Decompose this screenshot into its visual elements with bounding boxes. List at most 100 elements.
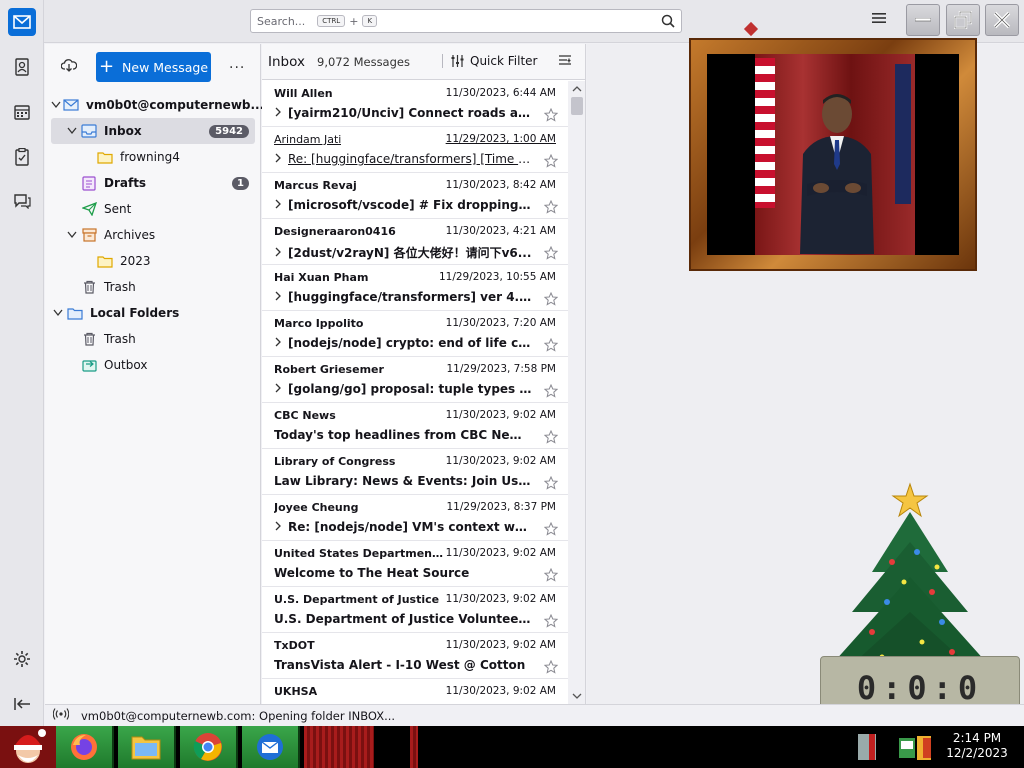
santa-start-icon — [14, 729, 46, 763]
folder-frowning4[interactable]: frowning4 — [51, 144, 255, 170]
star-icon[interactable] — [543, 383, 559, 401]
star-icon[interactable] — [543, 245, 559, 263]
calendar-button[interactable] — [8, 98, 36, 126]
get-messages-button[interactable] — [60, 58, 78, 75]
star-icon[interactable] — [543, 567, 559, 585]
message-row[interactable]: Marcus Revaj 11/30/2023, 8:42 AM [microsof… — [262, 173, 568, 219]
thread-chevron-icon[interactable] — [274, 290, 288, 304]
close-window-button[interactable] — [985, 4, 1019, 36]
folder-account-local[interactable]: Local Folders — [51, 300, 255, 326]
taskbar-window-button-2[interactable] — [410, 726, 418, 768]
folder-account-main[interactable]: vm0b0t@computernewb... — [51, 92, 264, 118]
message-subject: TransVista Alert - I-10 West @ Cotton — [274, 658, 526, 672]
new-message-button[interactable]: + New Message — [96, 52, 211, 82]
message-subject: Re: [nodejs/node] VM's context when... — [288, 520, 532, 534]
folder-trash[interactable]: Trash — [51, 274, 255, 300]
folder-outbox[interactable]: Outbox — [51, 352, 255, 378]
star-icon[interactable] — [543, 659, 559, 677]
chevron-down-icon[interactable] — [51, 309, 65, 317]
message-sender: Marcus Revaj — [274, 179, 357, 192]
folder-archives[interactable]: Archives — [51, 222, 255, 248]
message-date: 11/30/2023, 7:20 AM — [445, 317, 556, 329]
collapse-left-icon — [14, 698, 30, 710]
app-menu-button[interactable] — [872, 12, 886, 27]
settings-button[interactable] — [8, 645, 36, 673]
folder-label: Trash — [104, 332, 136, 346]
quick-filter-button[interactable]: Quick Filter — [442, 54, 537, 68]
star-icon[interactable] — [543, 107, 559, 125]
thread-chevron-icon[interactable] — [274, 246, 288, 260]
folder-inbox[interactable]: Inbox 5942 — [51, 118, 255, 144]
message-list-scrollbar[interactable] — [568, 81, 586, 704]
display-options-button[interactable] — [558, 54, 572, 71]
message-row[interactable]: United States Department ... 11/30/2023, … — [262, 541, 568, 587]
taskbar-chrome[interactable] — [180, 726, 238, 768]
star-icon[interactable] — [543, 153, 559, 171]
filter-icon — [451, 55, 464, 67]
taskbar-clock[interactable]: 2:14 PM 12/2/2023 — [946, 731, 1008, 761]
taskbar-file-explorer[interactable] — [118, 726, 176, 768]
thread-chevron-icon[interactable] — [274, 198, 288, 212]
message-row[interactable]: UKHSA 11/30/2023, 9:02 AM — [262, 679, 568, 704]
scrollbar-thumb[interactable] — [571, 97, 583, 115]
folder-2023[interactable]: 2023 — [51, 248, 255, 274]
star-icon[interactable] — [543, 337, 559, 355]
thread-chevron-icon[interactable] — [274, 382, 288, 396]
message-subject: [golang/go] proposal: tuple types (Is... — [288, 382, 532, 396]
folder-label: Local Folders — [90, 306, 180, 320]
trash-icon — [81, 280, 97, 294]
collapse-spaces-button[interactable] — [8, 690, 36, 718]
message-row[interactable]: Joyee Cheung 11/29/2023, 8:37 PM Re: [node… — [262, 495, 568, 541]
start-button[interactable] — [0, 726, 56, 768]
thread-chevron-icon[interactable] — [274, 152, 288, 166]
star-icon[interactable] — [543, 521, 559, 539]
message-row[interactable]: Marco Ippolito 11/30/2023, 7:20 AM [nodejs… — [262, 311, 568, 357]
message-row[interactable]: TxDOT 11/30/2023, 9:02 AM TransVista Alert… — [262, 633, 568, 679]
minimize-button[interactable] — [906, 4, 940, 36]
address-book-button[interactable] — [8, 53, 36, 81]
taskbar-thunderbird[interactable] — [242, 726, 300, 768]
restore-button[interactable] — [946, 4, 980, 36]
star-icon[interactable] — [543, 429, 559, 447]
mail-space-button[interactable] — [8, 8, 36, 36]
chevron-down-icon[interactable] — [65, 127, 79, 135]
message-row[interactable]: U.S. Department of Justice 11/30/2023, 9:… — [262, 587, 568, 633]
message-row[interactable]: Designeraaron0416 11/30/2023, 4:21 AM [2du… — [262, 219, 568, 265]
message-row[interactable]: CBC News 11/30/2023, 9:02 AM Today's top h… — [262, 403, 568, 449]
online-status-icon[interactable] — [52, 708, 70, 723]
message-row[interactable]: Library of Congress 11/30/2023, 9:02 AM La… — [262, 449, 568, 495]
calendar-icon — [14, 105, 30, 120]
star-icon[interactable] — [543, 613, 559, 631]
message-row[interactable]: Arindam Jati 11/29/2023, 1:00 AM Re: [hugg… — [262, 127, 568, 173]
tasks-button[interactable] — [8, 143, 36, 171]
thread-chevron-icon[interactable] — [274, 520, 288, 534]
folder-label: Trash — [104, 280, 136, 294]
folder-pane-menu-button[interactable]: ... — [229, 56, 245, 72]
thread-chevron-icon[interactable] — [274, 106, 288, 120]
tray-icons[interactable] — [855, 726, 945, 768]
taskbar-window-button[interactable] — [304, 726, 374, 768]
chevron-down-icon[interactable] — [65, 231, 79, 239]
star-icon[interactable] — [543, 199, 559, 217]
message-row[interactable]: Will Allen 11/30/2023, 6:44 AM [yairm210/U… — [262, 81, 568, 127]
star-icon[interactable] — [543, 291, 559, 309]
message-row[interactable]: Robert Griesemer 11/29/2023, 7:58 PM [gola… — [262, 357, 568, 403]
message-subject-line: [2dust/v2rayN] 各位大佬好！请问下v6... — [274, 244, 532, 261]
star-icon[interactable] — [543, 475, 559, 493]
folder-local-trash[interactable]: Trash — [51, 326, 255, 352]
divider — [442, 54, 443, 68]
thunderbird-icon — [257, 734, 283, 760]
folder-label: 2023 — [120, 254, 151, 268]
scroll-down-icon[interactable] — [568, 690, 586, 702]
folder-sent[interactable]: Sent — [51, 196, 255, 222]
chat-button[interactable] — [8, 187, 36, 215]
search-input[interactable]: Search... CTRL + K — [250, 9, 682, 33]
message-row[interactable]: Hai Xuan Pham 11/29/2023, 10:55 AM [huggin… — [262, 265, 568, 311]
message-subject: [2dust/v2rayN] 各位大佬好！请问下v6... — [288, 246, 532, 260]
thread-chevron-icon[interactable] — [274, 336, 288, 350]
message-sender: U.S. Department of Justice — [274, 593, 440, 606]
folder-drafts[interactable]: Drafts 1 — [51, 170, 255, 196]
taskbar-firefox[interactable] — [56, 726, 114, 768]
chevron-down-icon[interactable] — [51, 101, 61, 109]
scroll-up-icon[interactable] — [568, 83, 586, 95]
